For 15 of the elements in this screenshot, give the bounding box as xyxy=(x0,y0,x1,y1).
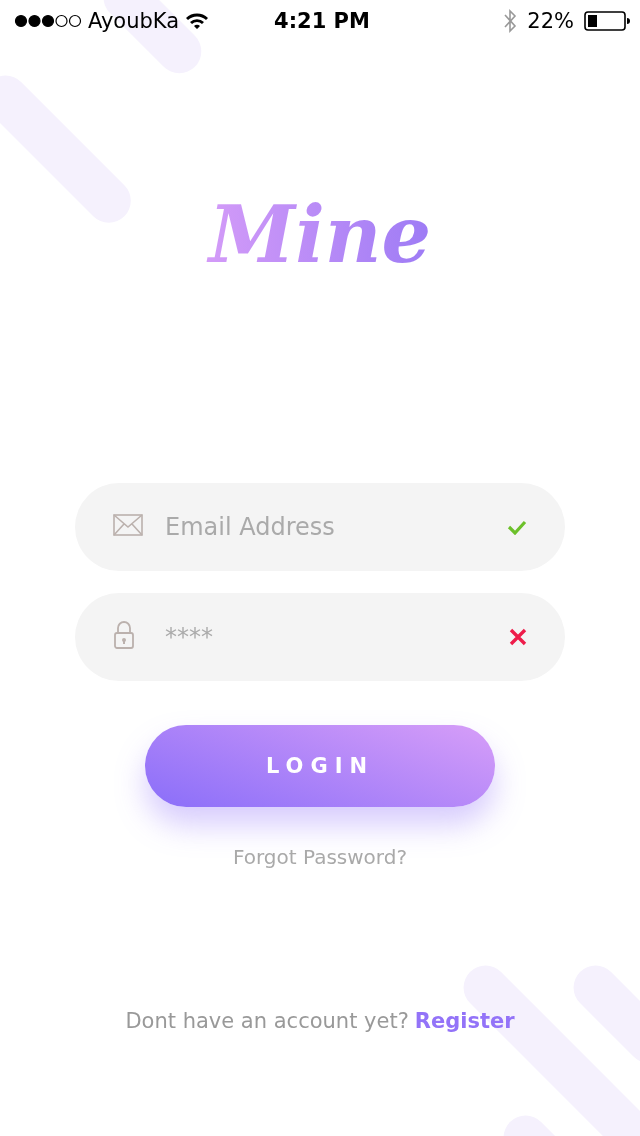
forgot-password-link[interactable]: Forgot Password? xyxy=(232,844,408,869)
carrier-name: AyoubKa xyxy=(88,9,180,33)
email-field[interactable]: Email Address xyxy=(75,482,565,571)
signal-icon xyxy=(14,14,82,28)
clock-time: 4:21 PM xyxy=(273,9,371,33)
bluetooth-icon xyxy=(503,9,518,33)
wifi-icon xyxy=(185,12,210,30)
battery-percent: 22% xyxy=(527,9,574,33)
battery-icon xyxy=(584,11,630,31)
lock-icon xyxy=(113,620,135,649)
register-link[interactable]: Register xyxy=(414,1008,515,1033)
login-button[interactable]: LOGIN xyxy=(145,724,495,807)
password-field[interactable]: **** xyxy=(75,592,565,681)
signup-prompt: Dont have an account yet? xyxy=(125,1008,409,1033)
envelope-icon xyxy=(113,513,143,536)
